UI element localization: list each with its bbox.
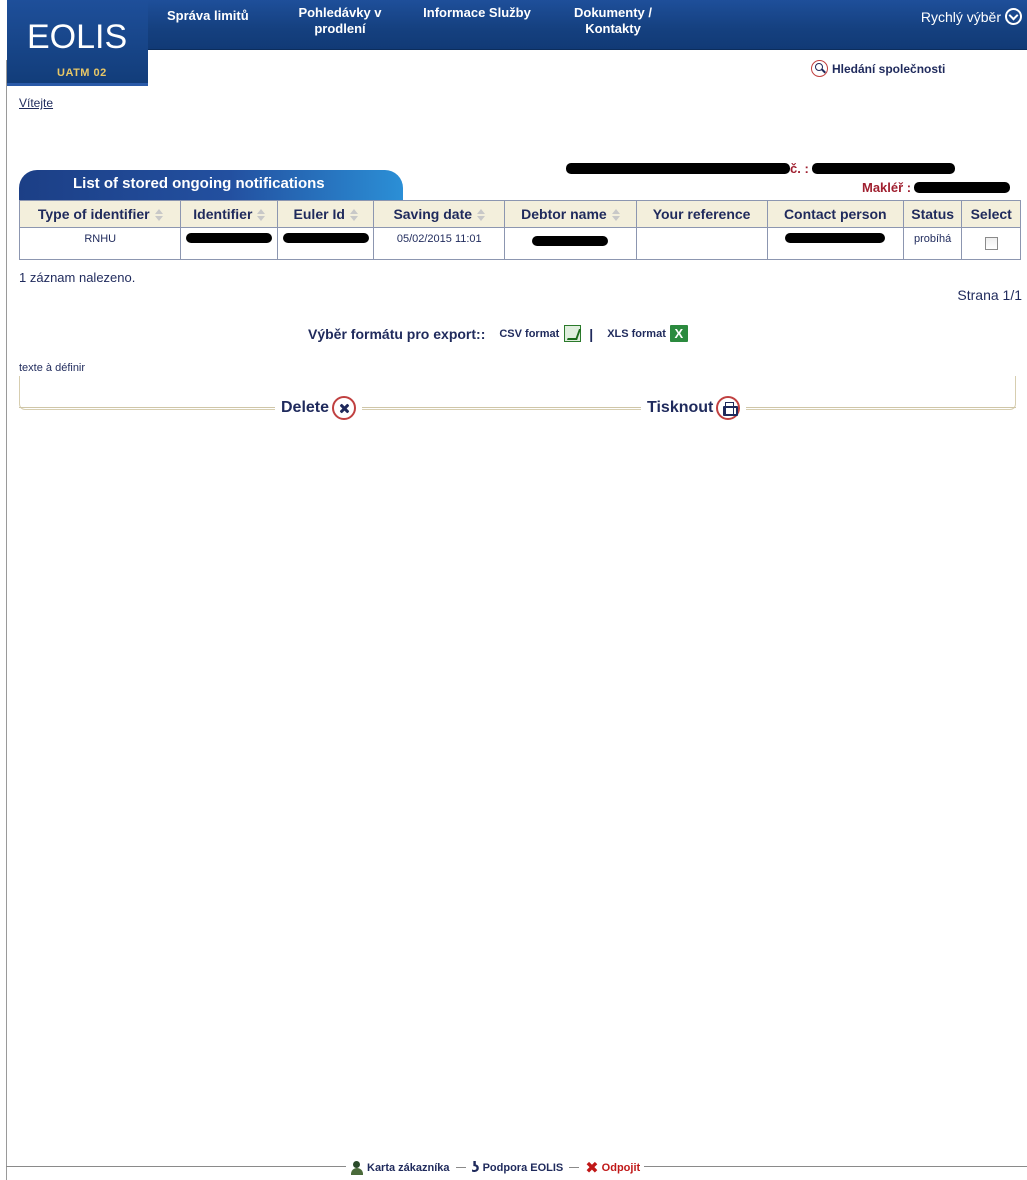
logout-link[interactable]: ✖ Odpojit bbox=[585, 1158, 640, 1177]
logout-label: Odpojit bbox=[601, 1161, 641, 1174]
delete-x-icon bbox=[332, 396, 357, 420]
customer-card-icon bbox=[350, 1160, 364, 1175]
cell-status: probíhá bbox=[902, 227, 963, 260]
customer-card-link[interactable]: Karta zákazníka bbox=[350, 1160, 450, 1175]
support-link[interactable]: ʖ Podpora EOLIS bbox=[472, 1160, 564, 1176]
nav-item-overdue-receivables[interactable]: Pohledávky v prodlení bbox=[285, 5, 395, 37]
redacted-company-name bbox=[566, 163, 790, 174]
broker-label: Makléř : bbox=[862, 180, 912, 195]
records-found: 1 záznam nalezeno. bbox=[19, 270, 136, 285]
placeholder-note: texte à définir bbox=[19, 362, 86, 374]
top-navigation-bar: Správa limitů Pohledávky v prodlení Info… bbox=[7, 0, 1027, 50]
company-info: č. : bbox=[566, 161, 955, 176]
redacted-contact-person bbox=[785, 233, 886, 243]
footer-links: Karta zákazníka ʖ Podpora EOLIS ✖ Odpoji… bbox=[346, 1158, 645, 1177]
printer-icon bbox=[716, 396, 741, 420]
page-indicator: Strana 1/1 bbox=[957, 287, 1022, 303]
redacted-broker-name bbox=[914, 182, 1011, 193]
column-your-reference: Your reference bbox=[635, 200, 768, 228]
redacted-euler-id bbox=[282, 233, 369, 243]
list-tab-title: List of stored ongoing notifications bbox=[73, 175, 325, 192]
support-ear-icon: ʖ bbox=[471, 1159, 480, 1176]
company-suffix: č. : bbox=[790, 161, 809, 176]
column-status: Status bbox=[902, 200, 963, 228]
redacted-identifier bbox=[186, 233, 273, 243]
sort-icon bbox=[477, 209, 485, 221]
export-label: Výběr formátu pro export:: bbox=[308, 325, 486, 342]
quick-select-label: Rychlý výběr bbox=[920, 8, 1001, 25]
column-type-of-identifier[interactable]: Type of identifier bbox=[18, 200, 182, 228]
logo-text: EOLIS bbox=[27, 18, 128, 56]
cell-your-reference bbox=[635, 227, 768, 260]
quick-select-button[interactable]: Rychlý výběr bbox=[921, 8, 1022, 25]
sort-icon bbox=[257, 209, 265, 221]
column-euler-id[interactable]: Euler Id bbox=[277, 200, 375, 228]
print-label: Tisknout bbox=[647, 399, 714, 416]
sort-icon bbox=[155, 209, 163, 221]
cell-saving-date: 05/02/2015 11:01 bbox=[373, 227, 506, 260]
csv-export-link[interactable]: CSV format bbox=[499, 328, 559, 340]
actions-rule bbox=[19, 407, 1016, 408]
delete-label: Delete bbox=[281, 399, 330, 416]
welcome-link[interactable]: Vítejte bbox=[19, 96, 53, 110]
column-saving-date[interactable]: Saving date bbox=[373, 200, 506, 228]
chevron-down-circle-icon bbox=[1005, 8, 1022, 25]
footer-separator bbox=[455, 1167, 466, 1168]
cell-type-of-identifier: RNHU bbox=[18, 227, 182, 260]
logout-x-icon: ✖ bbox=[585, 1158, 599, 1177]
actions-frame bbox=[19, 376, 1016, 410]
company-search-link[interactable]: Hledání společnosti bbox=[811, 60, 945, 77]
print-button[interactable]: Tisknout bbox=[641, 396, 747, 420]
cell-contact-person bbox=[766, 227, 904, 260]
sort-icon bbox=[612, 209, 620, 221]
nav-item-information-services[interactable]: Informace Služby bbox=[422, 5, 532, 21]
eolis-logo[interactable]: EOLIS UATM 02 bbox=[7, 0, 148, 86]
excel-file-icon[interactable]: X bbox=[669, 325, 688, 342]
cell-euler-id bbox=[277, 227, 375, 260]
nav-item-documents-contacts[interactable]: Dokumenty / Kontakty bbox=[558, 5, 668, 37]
column-debtor-name[interactable]: Debtor name bbox=[504, 200, 637, 228]
column-contact-person: Contact person bbox=[766, 200, 904, 228]
environment-label: UATM 02 bbox=[57, 67, 107, 79]
redacted-debtor-name bbox=[532, 236, 609, 246]
company-search-label: Hledání společnosti bbox=[832, 61, 946, 76]
sort-icon bbox=[350, 209, 358, 221]
xls-export-link[interactable]: XLS format bbox=[607, 328, 666, 340]
column-select: Select bbox=[961, 200, 1021, 228]
cell-debtor-name bbox=[504, 227, 637, 260]
select-checkbox[interactable] bbox=[984, 237, 998, 250]
export-bar: Výběr formátu pro export:: CSV format | … bbox=[308, 325, 688, 342]
broker-info: Makléř : bbox=[862, 180, 1011, 195]
support-label: Podpora EOLIS bbox=[482, 1161, 564, 1174]
delete-button[interactable]: Delete bbox=[275, 396, 363, 420]
left-border bbox=[6, 60, 7, 1180]
footer-separator bbox=[569, 1167, 580, 1168]
notifications-table: Type of identifier Identifier Euler Id S… bbox=[18, 200, 1021, 260]
export-separator: | bbox=[589, 325, 594, 342]
list-tab: List of stored ongoing notifications bbox=[19, 170, 403, 200]
cell-identifier bbox=[180, 227, 279, 260]
redacted-company-number bbox=[811, 163, 955, 174]
nav-item-limits[interactable]: Správa limitů bbox=[167, 8, 249, 24]
table-header-row: Type of identifier Identifier Euler Id S… bbox=[18, 200, 1021, 228]
magnifier-icon bbox=[811, 60, 828, 77]
table-row: RNHU 05/02/2015 11:01 probíhá bbox=[18, 227, 1021, 260]
customer-card-label: Karta zákazníka bbox=[367, 1161, 450, 1174]
csv-file-icon[interactable] bbox=[564, 325, 582, 342]
cell-select bbox=[961, 227, 1021, 260]
column-identifier[interactable]: Identifier bbox=[180, 200, 279, 228]
